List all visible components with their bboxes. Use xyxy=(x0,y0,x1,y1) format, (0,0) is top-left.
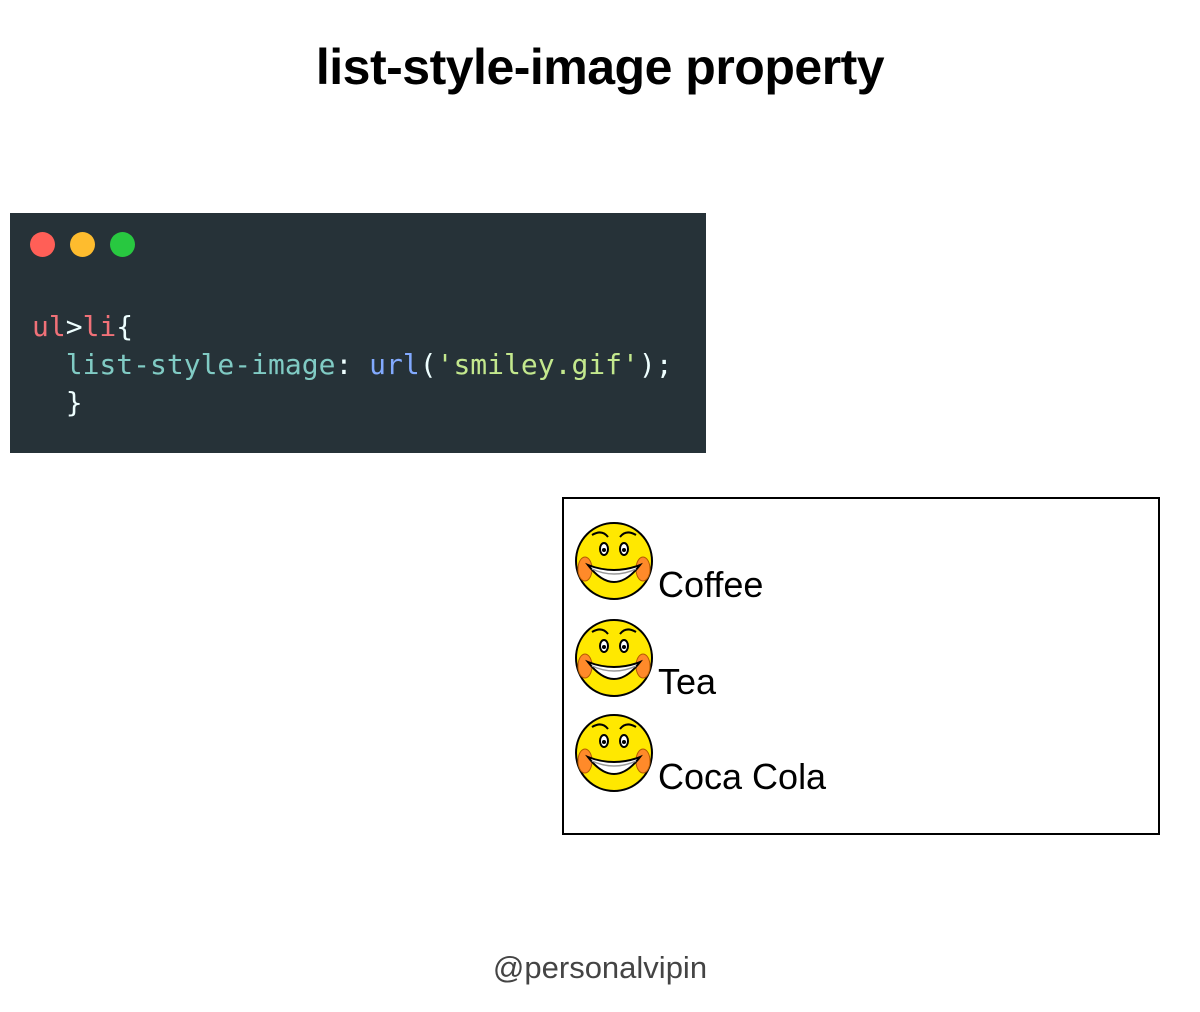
list-item-label: Coffee xyxy=(658,564,764,605)
code-semicolon: ; xyxy=(655,348,673,381)
code-close-brace: } xyxy=(65,386,83,419)
code-block: ul>li{ list-style-image: url('smiley.gif… xyxy=(32,308,673,422)
code-open-brace: { xyxy=(116,310,134,343)
code-colon: : xyxy=(335,348,353,381)
code-paren-close: ) xyxy=(638,348,656,381)
demo-list-box: Coffee Tea Coca Cola xyxy=(562,497,1160,835)
footer-handle: @personalvipin xyxy=(492,950,708,985)
list-item-label: Coca Cola xyxy=(658,756,827,797)
close-dot-icon xyxy=(30,232,55,257)
code-selector-ul: ul xyxy=(32,310,66,343)
list-item: Tea xyxy=(572,616,716,700)
code-property: list-style-image xyxy=(65,348,336,381)
list-item: Coca Cola xyxy=(572,711,826,795)
minimize-dot-icon xyxy=(70,232,95,257)
list-item-label: Tea xyxy=(658,661,717,702)
smiley-face-icon xyxy=(575,714,653,792)
code-string: 'smiley.gif' xyxy=(436,348,639,381)
list-item: Coffee xyxy=(572,519,763,603)
code-selector-li: li xyxy=(82,310,117,343)
page-title: list-style-image property xyxy=(315,39,885,95)
code-combinator: > xyxy=(65,310,83,343)
code-paren-open: ( xyxy=(419,348,437,381)
code-function: url xyxy=(369,348,420,381)
window-controls xyxy=(30,232,135,257)
maximize-dot-icon xyxy=(110,232,135,257)
smiley-face-icon xyxy=(575,619,653,697)
smiley-face-icon xyxy=(575,522,653,600)
